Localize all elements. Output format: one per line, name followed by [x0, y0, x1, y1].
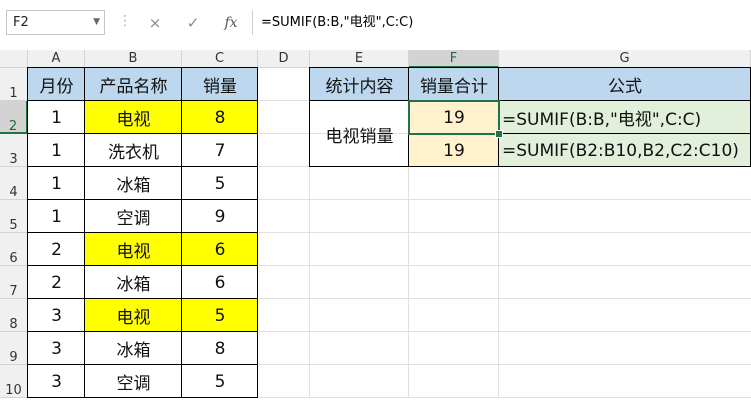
cell-border — [309, 67, 310, 167]
cell-border — [27, 133, 258, 134]
table-cell[interactable]: 空调 — [85, 365, 182, 398]
row-header-8[interactable]: 8 — [0, 299, 28, 332]
cell-border — [408, 67, 409, 167]
row-header-1[interactable]: 1 — [0, 68, 28, 101]
column-header-c[interactable]: C — [182, 50, 258, 68]
summary-header-cell[interactable]: 统计内容 — [310, 68, 409, 101]
table-cell[interactable]: 2 — [28, 266, 85, 299]
table-cell[interactable]: 3 — [28, 365, 85, 398]
table-cell[interactable]: 冰箱 — [85, 167, 182, 200]
summary-formula-cell[interactable]: =SUMIF(B:B,"电视",C:C) — [499, 101, 751, 134]
table-cell[interactable]: 6 — [182, 266, 258, 299]
cell-border — [309, 100, 751, 101]
row-header-2[interactable]: 2 — [0, 101, 28, 134]
cell-border — [27, 397, 258, 398]
table-cell[interactable]: 5 — [182, 299, 258, 332]
cell-border — [27, 199, 258, 200]
cell-border — [498, 67, 499, 167]
worksheet-grid[interactable]: A B C D E F G 1 2 3 4 5 6 7 8 9 10 月份 产品名称 销量 1 电视 8 1 洗衣机 7 1 冰箱 5 1… — [0, 50, 751, 406]
table-cell[interactable]: 1 — [28, 101, 85, 134]
column-header-a[interactable]: A — [28, 50, 85, 68]
table-cell[interactable]: 电视 — [85, 299, 182, 332]
cell-border — [27, 67, 258, 68]
table-cell[interactable]: 空调 — [85, 200, 182, 233]
cell-border — [27, 298, 258, 299]
cell-border — [309, 67, 751, 68]
summary-label-cell[interactable]: 电视销量 — [310, 101, 409, 167]
column-header-b[interactable]: B — [85, 50, 182, 68]
row-header-9[interactable]: 9 — [0, 332, 28, 365]
name-box-value: F2 — [13, 15, 29, 30]
table-cell[interactable]: 电视 — [85, 101, 182, 134]
cell-border — [27, 232, 258, 233]
row-header-7[interactable]: 7 — [0, 266, 28, 299]
table-cell[interactable]: 电视 — [85, 233, 182, 266]
table-cell[interactable]: 3 — [28, 299, 85, 332]
table-cell[interactable]: 8 — [182, 101, 258, 134]
cell-border — [27, 265, 258, 266]
table-cell[interactable]: 2 — [28, 233, 85, 266]
function-icon[interactable]: fx — [220, 12, 242, 34]
table-cell[interactable]: 8 — [182, 332, 258, 365]
cell-border — [27, 331, 258, 332]
chevron-down-icon[interactable]: ▼ — [93, 11, 100, 34]
close-icon[interactable]: × — [144, 12, 166, 34]
row-header-6[interactable]: 6 — [0, 233, 28, 266]
summary-header-cell[interactable]: 销量合计 — [409, 68, 499, 101]
table-cell[interactable]: 洗衣机 — [85, 134, 182, 167]
table-cell[interactable]: 6 — [182, 233, 258, 266]
name-box[interactable]: F2 ▼ — [6, 10, 105, 35]
formula-input[interactable]: =SUMIF(B:B,"电视",C:C) — [252, 10, 751, 35]
cell-border — [27, 166, 258, 167]
table-cell[interactable]: 冰箱 — [85, 332, 182, 365]
check-icon[interactable]: ✓ — [182, 12, 204, 34]
column-header-d[interactable]: D — [258, 50, 310, 68]
table-cell[interactable]: 冰箱 — [85, 266, 182, 299]
select-all-corner[interactable] — [0, 50, 28, 68]
table-cell[interactable]: 5 — [182, 167, 258, 200]
table-header-cell[interactable]: 销量 — [182, 68, 258, 101]
summary-header-cell[interactable]: 公式 — [499, 68, 751, 101]
column-header-g[interactable]: G — [499, 50, 751, 68]
formula-toolbar: F2 ▼ ⋮ × ✓ fx =SUMIF(B:B,"电视",C:C) — [0, 0, 751, 48]
table-cell[interactable]: 5 — [182, 365, 258, 398]
column-header-e[interactable]: E — [310, 50, 409, 68]
table-header-cell[interactable]: 产品名称 — [85, 68, 182, 101]
drag-handle-icon[interactable]: ⋮ — [118, 12, 132, 30]
table-cell[interactable]: 1 — [28, 200, 85, 233]
table-cell[interactable]: 7 — [182, 134, 258, 167]
summary-formula-cell[interactable]: =SUMIF(B2:B10,B2,C2:C10) — [499, 134, 751, 167]
row-header-3[interactable]: 3 — [0, 134, 28, 167]
summary-result-cell[interactable]: 19 — [409, 134, 499, 167]
cell-border — [408, 133, 751, 134]
cell-border — [309, 166, 751, 167]
fill-handle[interactable] — [495, 130, 503, 138]
table-cell[interactable]: 1 — [28, 167, 85, 200]
row-header-4[interactable]: 4 — [0, 167, 28, 200]
row-header-10[interactable]: 10 — [0, 365, 28, 398]
table-header-cell[interactable]: 月份 — [28, 68, 85, 101]
table-cell[interactable]: 1 — [28, 134, 85, 167]
row-header-5[interactable]: 5 — [0, 200, 28, 233]
table-cell[interactable]: 3 — [28, 332, 85, 365]
cell-border — [27, 100, 258, 101]
column-header-f[interactable]: F — [409, 50, 499, 68]
cell-border — [27, 364, 258, 365]
summary-result-cell[interactable]: 19 — [409, 101, 499, 134]
table-cell[interactable]: 9 — [182, 200, 258, 233]
